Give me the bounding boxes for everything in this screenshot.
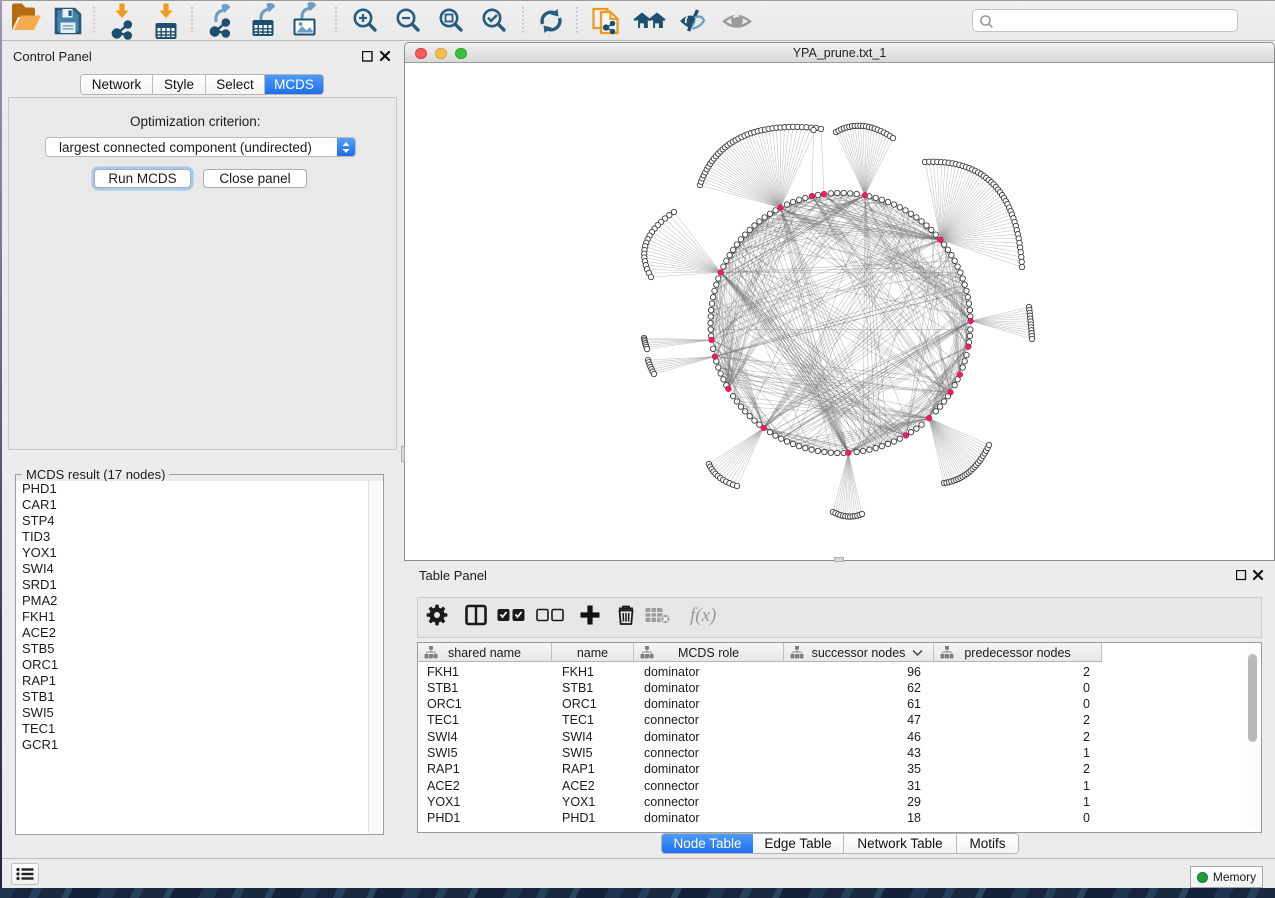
svg-text:f(x): f(x) (690, 605, 716, 626)
